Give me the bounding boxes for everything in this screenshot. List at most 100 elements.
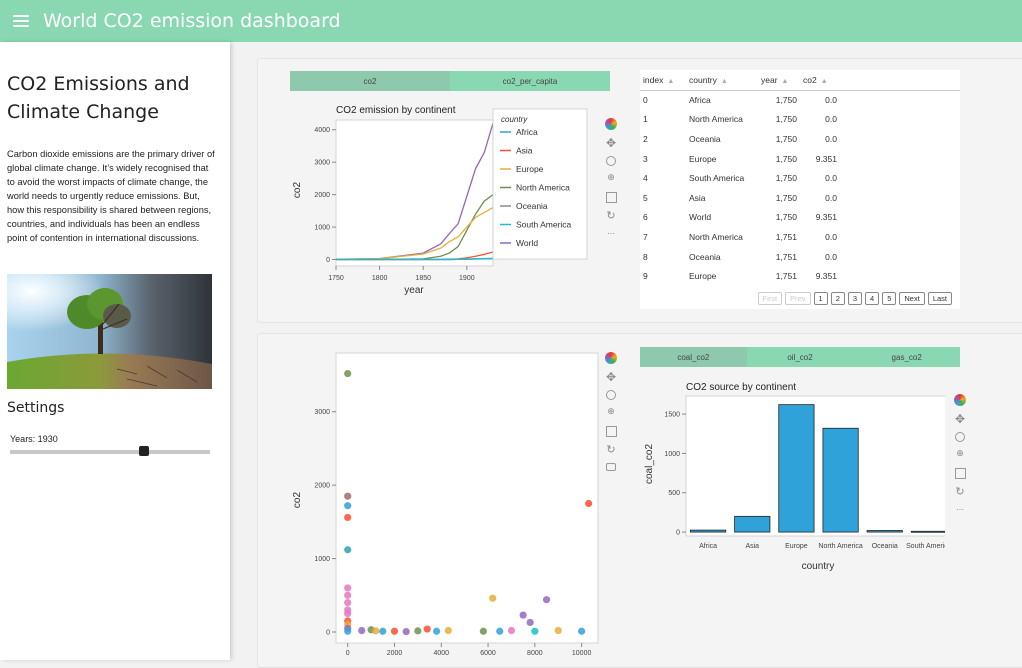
save-tool-icon[interactable] — [954, 468, 966, 479]
scatter-point — [479, 627, 487, 635]
scatter-point — [379, 627, 387, 635]
bokeh-logo-icon[interactable] — [605, 352, 617, 364]
reset-tool-icon[interactable]: ↻ — [604, 209, 618, 223]
pager-first[interactable]: First — [757, 292, 783, 305]
hamburger-icon[interactable] — [13, 15, 29, 27]
table-cell: 1,751 — [775, 271, 797, 282]
pager-next[interactable]: Next — [899, 292, 925, 305]
table-row[interactable]: 9 Europe 1,751 9.351 — [640, 266, 960, 286]
tab-oil-co2[interactable]: oil_co2 — [746, 347, 854, 367]
tab-co2-per-capita[interactable]: co2_per_capita — [450, 71, 610, 91]
x-tick-label: 6000 — [480, 650, 496, 657]
legend-item: Oceania — [516, 201, 548, 211]
bar-asia — [734, 515, 771, 533]
pager-page-1[interactable]: 1 — [813, 292, 828, 305]
tab-co2[interactable]: co2 — [290, 71, 450, 91]
pager-last[interactable]: Last — [927, 292, 952, 305]
top-metric-tabs: co2 co2_per_capita — [290, 71, 610, 91]
pan-tool-icon[interactable]: ✥ — [604, 370, 618, 384]
table-cell: 1 — [643, 114, 648, 125]
hover-tool-icon[interactable] — [606, 463, 616, 471]
scatter-point — [358, 626, 366, 635]
x-tick-label: 2000 — [387, 650, 403, 657]
scatter-point — [585, 499, 593, 508]
scatter-point — [344, 546, 352, 554]
save-tool-icon[interactable] — [605, 426, 617, 437]
col-header-country[interactable]: country ▲ — [686, 70, 758, 91]
col-header-index[interactable]: index ▲ — [640, 70, 686, 91]
pan-tool-icon[interactable]: ✥ — [604, 136, 618, 150]
table-cell: 0.0 — [825, 95, 837, 106]
year-slider-label: Years: 1930 — [10, 434, 58, 444]
bar-chart-title: CO2 source by continent — [686, 382, 796, 393]
wheel-zoom-tool-icon[interactable]: ⊕ — [953, 448, 967, 462]
more-tools-icon[interactable]: ⋯ — [604, 229, 618, 243]
scatter-point — [344, 502, 352, 510]
pager-page-3[interactable]: 3 — [847, 292, 863, 305]
table-cell: 9.351 — [815, 212, 837, 223]
table-row[interactable]: 7 North America 1,751 0.0 — [640, 227, 960, 247]
box-zoom-tool-icon[interactable] — [606, 156, 616, 166]
scatter-point — [372, 627, 380, 635]
pan-tool-icon[interactable]: ✥ — [953, 412, 967, 426]
scatter-point — [344, 369, 352, 378]
table-header-row: index ▲ country ▲ year ▲ co2 ▲ — [640, 70, 960, 91]
bokeh-logo-icon[interactable] — [605, 118, 617, 130]
bokeh-logo-icon[interactable] — [954, 394, 966, 406]
scatter-point — [344, 584, 352, 592]
table-cell: Asia — [689, 192, 706, 203]
pager-page-2[interactable]: 2 — [830, 292, 845, 305]
table-row[interactable]: 1 North America 1,750 0.0 — [640, 110, 960, 130]
line-chart-legend: country Africa Asia Europe North America Oce… — [492, 108, 588, 260]
table-cell: 0 — [643, 95, 648, 106]
y-tick-label: 1000 — [314, 556, 330, 563]
reset-tool-icon[interactable]: ↻ — [604, 443, 618, 457]
table-cell: 1,751 — [775, 251, 797, 262]
sidebar: CO2 Emissions and Climate Change Carbon … — [0, 42, 230, 660]
table-row[interactable]: 4 South America 1,750 0.0 — [640, 168, 960, 188]
scatter-point — [496, 627, 504, 635]
x-tick-label: 0 — [346, 650, 350, 657]
line-chart-title: CO2 emission by continent — [336, 105, 456, 116]
y-tick-label: 1500 — [664, 412, 680, 419]
table-row[interactable]: 8 Oceania 1,751 0.0 — [640, 247, 960, 267]
bar-south-america — [910, 530, 945, 533]
box-zoom-tool-icon[interactable] — [606, 390, 616, 400]
table-cell: Africa — [689, 95, 711, 106]
scatter-point — [531, 627, 539, 635]
table-cell: 9.351 — [815, 153, 837, 164]
year-slider-handle[interactable] — [139, 446, 149, 456]
table-row[interactable]: 0 Africa 1,750 0.0 — [640, 90, 960, 110]
bar-africa — [690, 529, 727, 533]
scatter-point — [578, 627, 586, 635]
table-cell: Oceania — [689, 251, 721, 262]
legend-item: South America — [516, 220, 572, 230]
table-cell: 6 — [643, 212, 648, 223]
table-row[interactable]: 2 Oceania 1,750 0.0 — [640, 129, 960, 149]
bottom-metric-tabs: coal_co2 oil_co2 gas_co2 — [640, 347, 961, 367]
y-tick-label: 0 — [326, 257, 330, 264]
tab-gas-co2[interactable]: gas_co2 — [853, 347, 961, 367]
box-zoom-tool-icon[interactable] — [955, 432, 965, 442]
col-header-co2[interactable]: co2 ▲ — [800, 70, 840, 91]
year-slider-fill — [10, 450, 144, 454]
table-row[interactable]: 6 World 1,750 9.351 — [640, 208, 960, 228]
pager-prev[interactable]: Prev — [785, 292, 811, 305]
table-cell: South America — [689, 173, 745, 184]
tab-coal-co2[interactable]: coal_co2 — [640, 347, 747, 367]
bar-chart: CO2 source by continent 0 500 1000 1500 Afri… — [644, 382, 945, 572]
x-tick-label: 1750 — [328, 275, 344, 282]
col-header-year[interactable]: year ▲ — [758, 70, 800, 91]
year-slider[interactable] — [10, 446, 210, 456]
save-tool-icon[interactable] — [605, 192, 617, 203]
wheel-zoom-tool-icon[interactable]: ⊕ — [604, 172, 618, 186]
table-cell: 0.0 — [825, 114, 837, 125]
wheel-zoom-tool-icon[interactable]: ⊕ — [604, 406, 618, 420]
table-row[interactable]: 3 Europe 1,750 9.351 — [640, 149, 960, 169]
pager-page-5[interactable]: 5 — [882, 292, 897, 305]
reset-tool-icon[interactable]: ↻ — [953, 485, 967, 499]
pager-page-4[interactable]: 4 — [865, 292, 880, 305]
more-tools-icon[interactable]: ⋯ — [953, 505, 967, 519]
table-row[interactable]: 5 Asia 1,750 0.0 — [640, 188, 960, 208]
table-cell: Europe — [689, 271, 717, 282]
